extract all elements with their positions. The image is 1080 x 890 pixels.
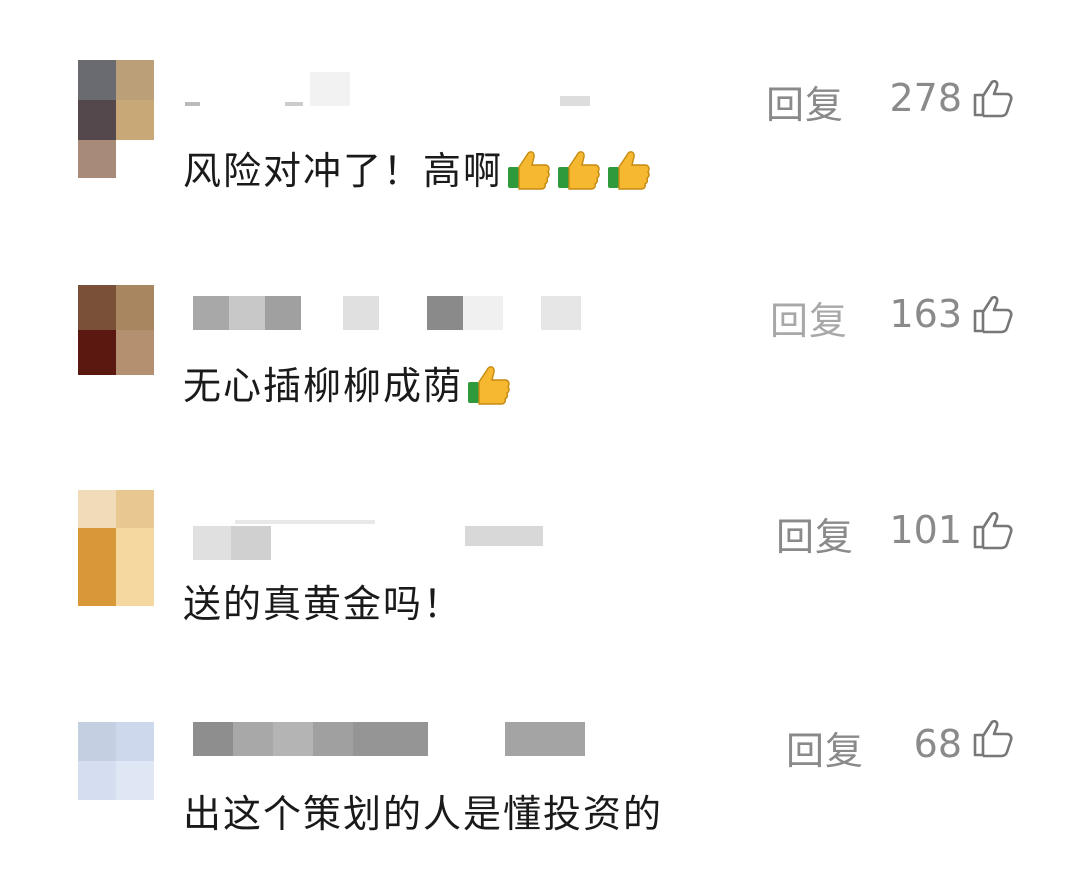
- thumbs-up-outline-icon[interactable]: [972, 510, 1014, 550]
- avatar-block: [78, 528, 116, 606]
- thumbs-up-outline-icon[interactable]: [972, 718, 1014, 758]
- avatar-block: [116, 100, 154, 140]
- like-count: 101: [889, 508, 962, 552]
- reply-button[interactable]: 回复: [786, 720, 864, 775]
- avatar-block: [116, 285, 154, 330]
- avatar-block: [78, 60, 116, 100]
- comment-text: 无心插柳柳成荫: [183, 364, 464, 408]
- thumbs-up-emoji-icon: [608, 150, 650, 190]
- avatar-block: [78, 330, 116, 375]
- avatar-block: [116, 722, 154, 761]
- avatar[interactable]: [78, 60, 154, 178]
- comment-text: 风险对冲了！高啊: [183, 149, 504, 193]
- avatar-block: [116, 140, 154, 178]
- comment-text: 送的真黄金吗！: [183, 582, 464, 626]
- username-blurred[interactable]: [185, 72, 605, 106]
- thumbs-up-outline-icon[interactable]: [972, 78, 1014, 118]
- avatar-block: [78, 761, 116, 800]
- avatar-block: [116, 330, 154, 375]
- avatar[interactable]: [78, 285, 154, 375]
- like-count: 278: [889, 76, 962, 120]
- avatar-block: [78, 100, 116, 140]
- thumbs-up-outline-icon[interactable]: [972, 294, 1014, 334]
- comment-text: 出这个策划的人是懂投资的: [183, 792, 664, 836]
- avatar-block: [78, 140, 116, 178]
- avatar-block: [78, 722, 116, 761]
- comment-text-row: 无心插柳柳成荫: [183, 355, 513, 410]
- thumbs-up-emoji-icon: [508, 150, 550, 190]
- like-count: 68: [913, 722, 962, 766]
- comment-text-row: 送的真黄金吗！: [183, 573, 463, 628]
- thumbs-up-emoji-icon: [468, 365, 510, 405]
- username-blurred[interactable]: [185, 520, 545, 560]
- avatar-block: [78, 285, 116, 330]
- avatar-block: [116, 490, 154, 528]
- reply-button[interactable]: 回复: [770, 290, 848, 345]
- avatar[interactable]: [78, 490, 154, 606]
- username-blurred[interactable]: [185, 296, 585, 330]
- avatar-block: [78, 490, 116, 528]
- comment-text-row: 风险对冲了！高啊: [183, 140, 653, 195]
- avatar-block: [116, 60, 154, 100]
- thumbs-up-emoji-icon: [558, 150, 600, 190]
- avatar-block: [116, 761, 154, 800]
- comment-text-row: 出这个策划的人是懂投资的: [183, 783, 663, 838]
- username-blurred[interactable]: [185, 722, 585, 756]
- like-count: 163: [889, 292, 962, 336]
- avatar-block: [116, 528, 154, 606]
- avatar[interactable]: [78, 722, 154, 800]
- reply-button[interactable]: 回复: [776, 506, 854, 561]
- reply-button[interactable]: 回复: [766, 74, 844, 129]
